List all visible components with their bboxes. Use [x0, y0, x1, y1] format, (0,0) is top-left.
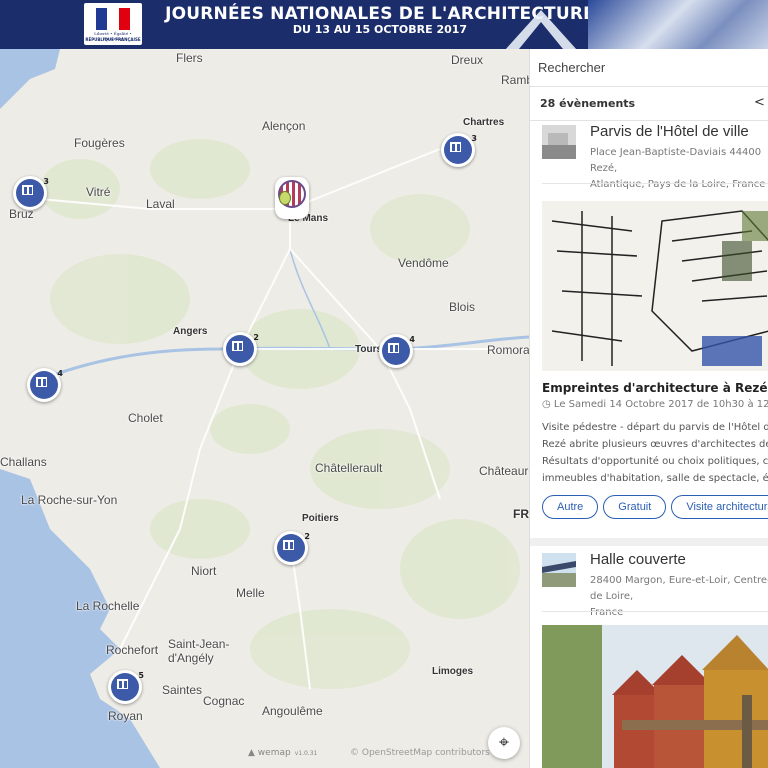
city-label: Flers — [176, 51, 203, 65]
city-label: Angoulême — [262, 704, 323, 718]
map-attribution[interactable]: ▲ wemap v1.0.31 — [248, 748, 317, 758]
tree-icon — [279, 191, 291, 205]
city-label: La Roche-sur-Yon — [21, 493, 118, 507]
city-label: Blois — [449, 300, 476, 314]
map-marker[interactable]: 3 — [13, 176, 49, 210]
osm-attribution[interactable]: © OpenStreetMap contributors — [350, 748, 490, 758]
city-label: Saintes — [162, 683, 203, 697]
map-marker[interactable]: 3 — [441, 133, 477, 167]
building-icon — [21, 184, 34, 196]
results-header: 28 évènements < — [530, 87, 768, 121]
map-canvas[interactable]: Flers Dreux Rambouillet Alençon Chartres… — [0, 49, 529, 768]
divider — [542, 183, 768, 184]
venue-thumbnail — [542, 125, 576, 159]
building-icon — [387, 342, 400, 354]
city-label: Tours — [355, 344, 383, 355]
city-label: La Rochelle — [76, 599, 140, 613]
city-label: Saint-Jean-d'Angély — [168, 637, 230, 665]
marianne-logo: Liberté • Égalité • Fraternité RÉPUBLIQU… — [84, 3, 142, 45]
building-icon — [449, 141, 462, 153]
city-label: Royan — [108, 709, 143, 723]
city-label: Rochefort — [106, 643, 159, 657]
search-input[interactable] — [530, 49, 768, 87]
city-label: Chartres — [463, 117, 505, 128]
city-label: Vitré — [86, 185, 111, 199]
city-label: Fougères — [74, 136, 125, 150]
city-label: Cholet — [128, 411, 163, 425]
venue-name[interactable]: Parvis de l'Hôtel de ville — [590, 123, 749, 140]
venue-item[interactable]: Parvis de l'Hôtel de ville Place Jean-Ba… — [542, 121, 768, 190]
city-label: Niort — [191, 564, 217, 578]
divider — [542, 611, 768, 612]
city-label: Châtellerault — [315, 461, 383, 475]
tag-button[interactable]: Autre — [542, 495, 599, 519]
logo-republic: RÉPUBLIQUE FRANÇAISE — [85, 37, 141, 42]
map-marker[interactable]: 5 — [108, 670, 144, 704]
event-description: Visite pédestre - départ du parvis de l'… — [542, 422, 768, 484]
city-label: Challans — [0, 455, 47, 469]
city-label: Châteauroux — [479, 464, 529, 478]
map-marker[interactable]: 4 — [379, 334, 415, 368]
venue-address: Place Jean-Baptiste-Daviais 44400 Rezé, … — [590, 147, 766, 190]
tag-button[interactable]: Gratuit — [603, 495, 667, 519]
city-label: Cognac — [203, 694, 245, 708]
country-label: FRANCE — [513, 507, 529, 521]
city-label: Dreux — [451, 53, 484, 67]
city-label: Alençon — [262, 119, 306, 133]
venue-thumbnail — [542, 553, 576, 587]
city-label: Limoges — [432, 666, 474, 677]
banner-decoration — [519, 22, 563, 49]
event-count: 28 évènements — [540, 97, 636, 110]
french-flag-icon — [96, 8, 130, 30]
city-label: Romorantin-Lanthenay — [487, 343, 529, 357]
venue-name[interactable]: Halle couverte — [590, 551, 686, 568]
city-label: Poitiers — [302, 513, 339, 524]
venue-item[interactable]: Halle couverte 28400 Margon, Eure-et-Loi… — [542, 549, 768, 618]
city-label: Angers — [173, 326, 208, 337]
city-label: Melle — [236, 586, 265, 600]
city-label: Vendôme — [398, 256, 449, 270]
building-icon — [282, 539, 295, 551]
share-icon[interactable]: < — [754, 95, 765, 110]
event-tags: Autre Gratuit Visite architecturale — [542, 495, 768, 519]
event-date: ◷ Le Samedi 14 Octobre 2017 de 10h30 à 1… — [542, 399, 768, 410]
map-marker[interactable]: 2 — [274, 531, 310, 565]
event-title[interactable]: Empreintes d'architecture à Rezé — [542, 381, 768, 395]
venue-address: 28400 Margon, Eure-et-Loir, Centre-Val d… — [590, 575, 768, 618]
map-marker[interactable]: 2 — [223, 332, 259, 366]
tag-button[interactable]: Visite architecturale — [671, 495, 768, 519]
building-icon — [231, 340, 244, 352]
building-icon — [35, 376, 48, 388]
city-label: Laval — [146, 197, 175, 211]
building-icon — [116, 678, 129, 690]
banner-image — [588, 0, 768, 49]
event-image — [542, 625, 768, 768]
results-panel: 28 évènements < Parvis de l'Hôtel de vil… — [529, 49, 768, 768]
crosshair-icon: ⌖ — [498, 732, 510, 753]
city-label: Rambouillet — [501, 73, 529, 87]
map-marker-selected[interactable] — [275, 177, 309, 219]
header-banner: Liberté • Égalité • Fraternité RÉPUBLIQU… — [0, 0, 768, 49]
section-separator — [530, 538, 768, 546]
locate-button[interactable]: ⌖ — [488, 727, 520, 759]
map-marker[interactable]: 4 — [27, 368, 63, 402]
event-list[interactable]: Parvis de l'Hôtel de ville Place Jean-Ba… — [530, 121, 768, 768]
clock-icon: ◷ — [542, 399, 551, 410]
event-image — [542, 201, 768, 371]
